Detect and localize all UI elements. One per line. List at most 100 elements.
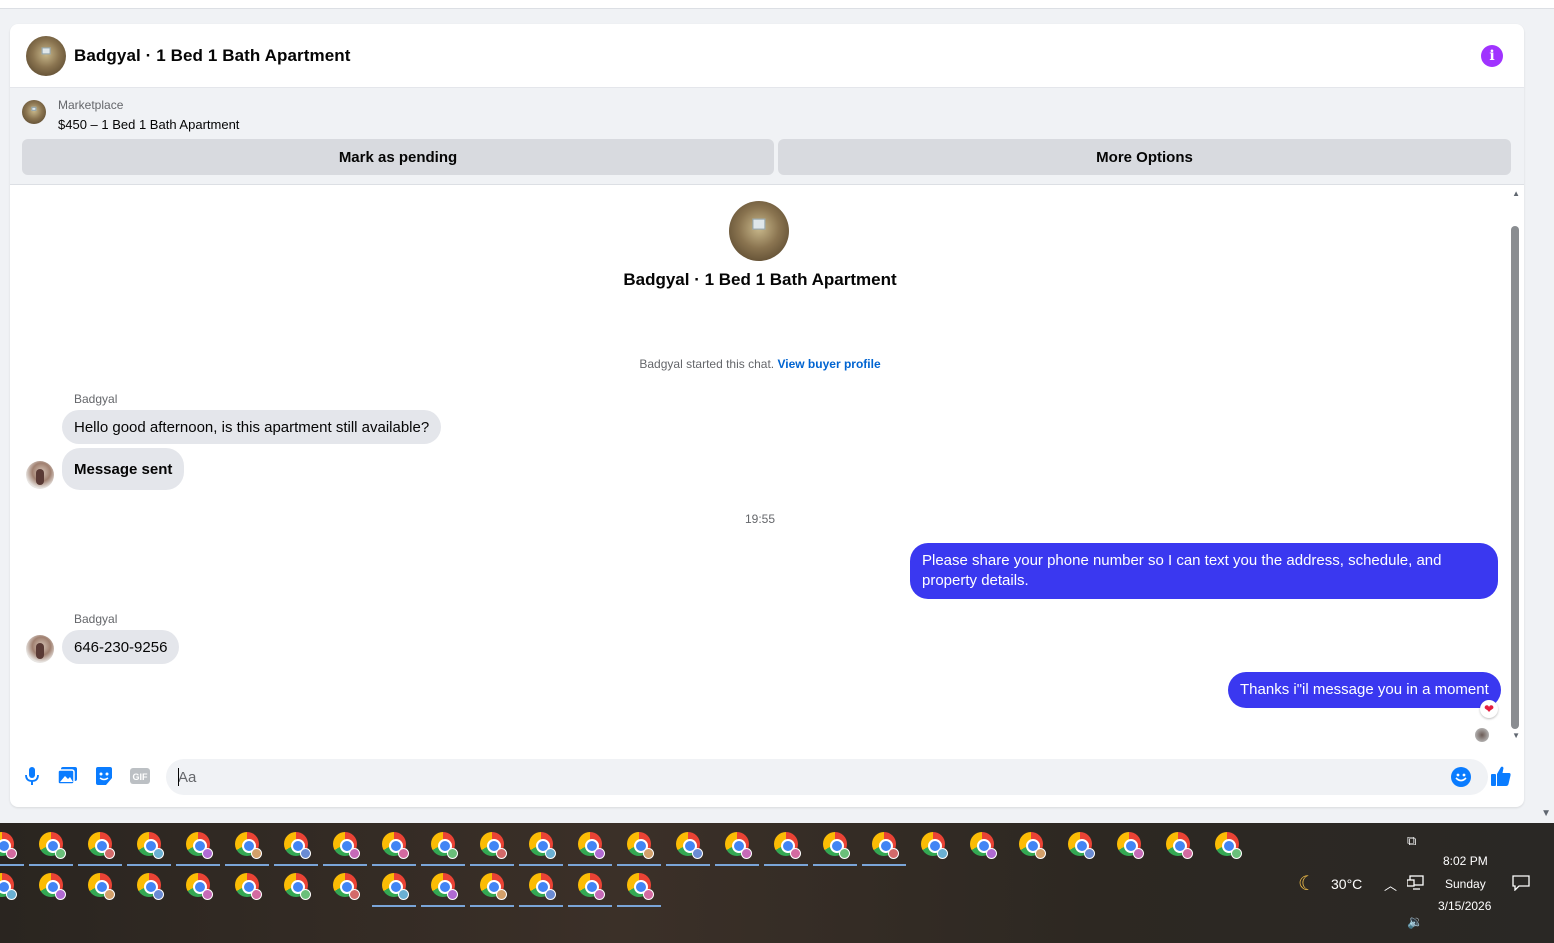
like-icon[interactable] [1490, 765, 1512, 787]
taskbar-browser-window-icon[interactable] [329, 869, 361, 901]
show-hidden-icons-chevron-icon[interactable]: ︿ [1384, 875, 1397, 894]
listing-title[interactable]: $450 – 1 Bed 1 Bath Apartment [58, 117, 239, 132]
profile-badge-icon [1084, 848, 1095, 859]
mark-as-pending-button[interactable]: Mark as pending [22, 139, 774, 175]
taskbar-browser-window-icon[interactable] [470, 869, 514, 907]
listing-avatar[interactable] [26, 35, 66, 76]
taskbar-browser-window-icon[interactable] [617, 828, 661, 866]
taskbar-browser-window-icon[interactable] [917, 828, 949, 860]
thread-scrollbar[interactable] [1511, 226, 1519, 729]
chrome-icon [872, 832, 899, 859]
profile-badge-icon [790, 848, 801, 859]
marketplace-listing-bar: Marketplace $450 – 1 Bed 1 Bath Apartmen… [10, 88, 1524, 185]
taskbar-browser-window-icon[interactable] [568, 828, 612, 866]
taskbar-browser-window-icon[interactable] [182, 869, 214, 901]
incoming-message[interactable]: 646-230-9256 [62, 630, 180, 664]
taskbar-browser-window-icon[interactable] [280, 869, 312, 901]
volume-icon[interactable]: 🔉 [1407, 914, 1423, 930]
photo-icon[interactable] [58, 766, 78, 786]
taskbar-browser-window-icon[interactable] [966, 828, 998, 860]
emoji-icon[interactable] [1451, 767, 1471, 787]
taskbar-browser-window-icon[interactable] [0, 869, 18, 901]
taskbar-browser-window-icon[interactable] [372, 828, 416, 866]
chat-title[interactable]: Badgyal · 1 Bed 1 Bath Apartment [74, 46, 351, 66]
more-options-button[interactable]: More Options [778, 139, 1511, 175]
taskbar-browser-window-icon[interactable] [421, 869, 465, 907]
profile-badge-icon [1182, 848, 1193, 859]
scroll-up-arrow-icon[interactable]: ▲ [1512, 189, 1520, 198]
taskbar-browser-window-icon[interactable] [176, 828, 220, 866]
taskbar-browser-window-icon[interactable] [617, 869, 661, 907]
taskbar-browser-window-icon[interactable] [519, 869, 563, 907]
meet-now-icon[interactable]: ⧉ [1407, 833, 1416, 849]
view-buyer-profile-link[interactable]: View buyer profile [777, 357, 880, 371]
taskbar-browser-window-icon[interactable] [372, 869, 416, 907]
taskbar-browser-window-icon[interactable] [421, 828, 465, 866]
listing-thumbnail[interactable] [22, 100, 46, 124]
scroll-down-arrow-icon[interactable]: ▼ [1512, 731, 1520, 740]
taskbar-browser-window-icon[interactable] [29, 828, 73, 866]
chrome-icon [137, 832, 164, 859]
chrome-icon [627, 832, 654, 859]
taskbar-browser-window-icon[interactable] [715, 828, 759, 866]
clock-date[interactable]: 3/15/2026 [1438, 899, 1491, 913]
taskbar-browser-window-icon[interactable] [568, 869, 612, 907]
active-window-indicator [0, 864, 24, 866]
weather-temperature[interactable]: 30°C [1331, 876, 1362, 892]
weather-moon-icon[interactable]: ☾ [1298, 871, 1316, 896]
taskbar-browser-window-icon[interactable] [1113, 828, 1145, 860]
conversation-avatar[interactable] [729, 201, 789, 261]
notifications-icon[interactable] [1512, 875, 1530, 896]
taskbar-browser-window-icon[interactable] [813, 828, 857, 866]
taskbar-browser-window-icon[interactable] [231, 869, 263, 901]
sender-avatar[interactable] [26, 635, 54, 663]
sender-avatar[interactable] [26, 461, 54, 489]
clock-day[interactable]: Sunday [1445, 877, 1486, 891]
sender-name: Badgyal [74, 392, 118, 406]
taskbar-browser-window-icon[interactable] [274, 828, 318, 866]
active-window-indicator [813, 864, 857, 866]
outgoing-message[interactable]: Thanks i"il message you in a moment [1228, 672, 1501, 708]
sticker-icon[interactable] [94, 766, 114, 786]
outgoing-message[interactable]: Please share your phone number so I can … [910, 543, 1498, 599]
active-window-indicator [372, 864, 416, 866]
taskbar-browser-window-icon[interactable] [470, 828, 514, 866]
chat-window: Badgyal · 1 Bed 1 Bath Apartment i Marke… [10, 24, 1524, 807]
chrome-icon [1019, 832, 1046, 859]
incoming-message[interactable]: Message sent [62, 448, 185, 490]
taskbar-browser-window-icon[interactable] [78, 828, 122, 866]
taskbar-browser-window-icon[interactable] [323, 828, 367, 866]
microphone-icon[interactable] [22, 766, 42, 786]
active-window-indicator [274, 864, 318, 866]
taskbar-browser-window-icon[interactable] [519, 828, 563, 866]
taskbar-browser-window-icon[interactable] [0, 828, 24, 866]
gif-label: GIF [133, 772, 149, 782]
profile-badge-icon [1133, 848, 1144, 859]
taskbar-browser-window-icon[interactable] [764, 828, 808, 866]
taskbar-browser-window-icon[interactable] [1162, 828, 1194, 860]
taskbar-browser-window-icon[interactable] [35, 869, 67, 901]
network-icon[interactable] [1406, 875, 1425, 896]
clock-time[interactable]: 8:02 PM [1443, 854, 1488, 868]
info-icon[interactable]: i [1481, 45, 1503, 67]
heart-reaction-icon[interactable]: ❤ [1480, 700, 1498, 718]
taskbar-browser-window-icon[interactable] [225, 828, 269, 866]
chrome-icon [431, 873, 458, 900]
taskbar-browser-window-icon[interactable] [133, 869, 165, 901]
chrome-icon [529, 832, 556, 859]
taskbar-browser-window-icon[interactable] [84, 869, 116, 901]
taskbar-browser-window-icon[interactable] [862, 828, 906, 866]
chrome-icon [186, 832, 213, 859]
taskbar-browser-window-icon[interactable] [666, 828, 710, 866]
taskbar-browser-window-icon[interactable] [1064, 828, 1096, 860]
message-input[interactable]: Aa [166, 759, 1488, 795]
gif-icon[interactable]: GIF [130, 766, 150, 786]
profile-badge-icon [986, 848, 997, 859]
incoming-message[interactable]: Hello good afternoon, is this apartment … [62, 410, 442, 444]
taskbar-browser-window-icon[interactable] [127, 828, 171, 866]
taskbar-browser-window-icon[interactable] [1211, 828, 1243, 860]
chrome-icon [774, 832, 801, 859]
page-scroll-down-arrow-icon[interactable]: ▼ [1541, 808, 1551, 819]
profile-badge-icon [398, 848, 409, 859]
taskbar-browser-window-icon[interactable] [1015, 828, 1047, 860]
